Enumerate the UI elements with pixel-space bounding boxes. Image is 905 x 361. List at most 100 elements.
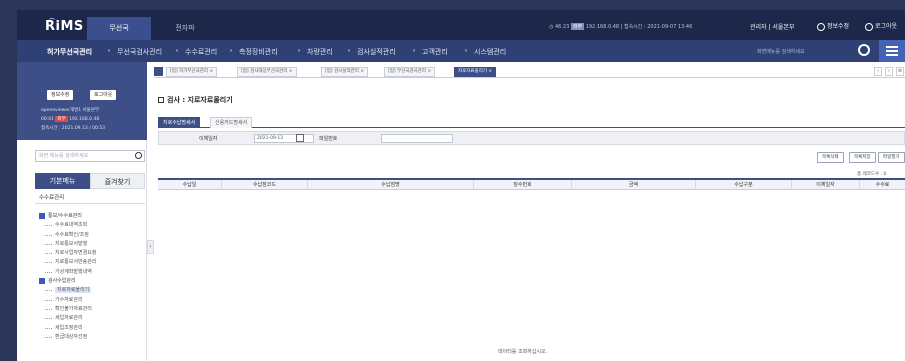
page-tab[interactable]: [업] 무선국검사관리 × — [384, 67, 436, 77]
menu-item-fees[interactable]: 수수료관리 — [185, 47, 217, 57]
tree-item[interactable]: 지로통보서발행 — [39, 240, 145, 249]
sidebar-collapse-button[interactable]: ‹ — [147, 240, 154, 254]
menu-separator: • — [229, 47, 234, 55]
next-tab-button[interactable]: › — [885, 67, 893, 76]
transfer-date-label: 이체일자 — [199, 136, 218, 142]
tree-item[interactable]: 지로통보서반송관리 — [39, 258, 145, 267]
search-icon[interactable] — [858, 44, 870, 56]
profile-connection: 00:01 외부 192.168.0.48 — [41, 116, 99, 122]
sidebar-group-title: 수수료관리 — [35, 192, 145, 204]
menu-item-performance[interactable]: 검사실적관리 — [357, 47, 396, 57]
page-tab[interactable]: [업] 검사실적관리 × — [321, 67, 369, 77]
menu-item-licensed-stations[interactable]: 허가무선국관리 — [47, 47, 92, 57]
profile-access-time: 접속시간 : 2021.09.13 / 00:53 — [41, 126, 106, 131]
menu-item-system[interactable]: 시스템관리 — [474, 47, 506, 57]
tree-item[interactable]: 수수료내역조회 — [39, 221, 145, 230]
app-logo[interactable]: ︵ RiMS — [45, 14, 84, 34]
menu-separator: • — [175, 47, 180, 55]
menu-item-inspection[interactable]: 무선국검사관리 — [117, 47, 162, 57]
tree-item-label: 수수료내역조회 — [55, 222, 88, 229]
top-tab-radio-station[interactable]: 무선국 — [87, 17, 151, 40]
tree-item-label: 세입조정관리 — [55, 324, 83, 331]
menu-separator: • — [464, 47, 469, 55]
folder-collapse-icon[interactable] — [39, 212, 45, 219]
menu-item-vehicles[interactable]: 차량관리 — [307, 47, 333, 57]
profile-time: 00:01 — [41, 117, 54, 122]
logout-label: 로그아웃 — [875, 23, 898, 30]
logout-button[interactable]: 로그아웃 — [865, 21, 897, 31]
tab-basic-menu[interactable]: 기본메뉴 — [35, 173, 90, 189]
menu-separator: • — [347, 47, 352, 55]
page-tabs: [업] 허가무선국관리 × [업] 검사대상무선국관리 × [업] 검사실적관리… — [154, 67, 905, 78]
file-number-input[interactable] — [381, 134, 453, 143]
top-tab-emf[interactable]: 전자파 — [153, 17, 217, 40]
menu-search-input[interactable]: 화면메뉴를 검색하세요 — [757, 48, 805, 55]
page-tab-active[interactable]: 지로자료올리기 × — [454, 67, 497, 77]
tab-giro-statement[interactable]: 지로수납명세서 — [158, 117, 201, 128]
tree-item[interactable]: 환급대상자선정 — [39, 333, 145, 342]
hamburger-menu-icon[interactable] — [879, 40, 905, 62]
column-header[interactable]: 징수번호 — [474, 180, 572, 190]
tree-item-label: 지로통보서반송관리 — [55, 259, 97, 266]
file-number-label: 파일번호 — [319, 136, 338, 142]
column-header[interactable]: 수납구분 — [696, 180, 792, 190]
tree-item-label: 검사수입관리 — [48, 278, 76, 285]
menu-tree: 통보/수수료관리 수수료내역조회 수수료확인/조정 지로통보서발행 지로사업자변경요청 지… — [39, 212, 145, 342]
tree-item[interactable]: 가상계좌발행내역 — [39, 268, 145, 277]
column-header[interactable]: 수납점명 — [308, 180, 474, 190]
user-org: 서울본부 — [772, 24, 795, 31]
profile-edit-button[interactable]: 정보수정 — [47, 90, 74, 100]
page-tab-label: [업] 무선국검사관리 — [388, 69, 427, 74]
page-tab-label: [업] 검사실적관리 — [325, 69, 359, 74]
wifi-icon: ︵ — [49, 14, 56, 21]
menu-separator: • — [412, 47, 417, 55]
tree-item[interactable]: 가수자료관리 — [39, 296, 145, 305]
page-tab[interactable]: [업] 검사대상무선국관리 × — [237, 67, 297, 77]
tab-card-statement[interactable]: 신용카드명세서 — [210, 117, 253, 128]
tree-folder[interactable]: 검사수입관리 — [39, 277, 145, 286]
app-window: ︵ RiMS 무선국 전자파 ◷ 46.23 외부 192.168.0.48 | … — [17, 10, 905, 361]
tree-item[interactable]: 수수료확인/조정 — [39, 231, 145, 240]
search-icon[interactable] — [135, 152, 142, 159]
connection-info: ◷ 46.23 외부 192.168.0.48 | 접속시간 : 2021-09… — [549, 23, 693, 30]
tree-folder[interactable]: 통보/수수료관리 — [39, 212, 145, 221]
tree-item-label: 가수자료관리 — [55, 296, 83, 303]
sidebar-search-input[interactable]: 화면 메뉴를 검색하세요 — [35, 150, 145, 162]
power-icon — [865, 22, 873, 31]
calendar-icon[interactable] — [296, 134, 304, 142]
column-header[interactable]: 수납일 — [158, 180, 222, 190]
column-header[interactable]: 이체일자 — [792, 180, 860, 190]
save-list-button[interactable]: 목록저장 — [849, 152, 876, 163]
menu-separator: • — [107, 47, 112, 55]
tree-item[interactable]: 지로자료올리기 — [39, 286, 145, 295]
delete-list-button[interactable]: 목록삭제 — [817, 152, 844, 163]
tab-list-button[interactable]: ≡ — [896, 67, 904, 76]
column-header[interactable]: 금액 — [572, 180, 696, 190]
profile-logout-button[interactable]: 로그아웃 — [90, 90, 117, 100]
column-header[interactable]: 수납점코드 — [222, 180, 308, 190]
menu-item-equipment[interactable]: 측정장비관리 — [239, 47, 278, 57]
folder-collapse-icon[interactable] — [39, 277, 45, 284]
logo-text: RiMS — [45, 19, 84, 34]
page-tab-label: 지로자료올리기 — [458, 69, 487, 74]
sidebar-search-placeholder: 화면 메뉴를 검색하세요 — [39, 153, 89, 159]
page-title-text: 검사 : 지로자료올리기 — [167, 96, 233, 104]
tree-item-label: 확인불가자료관리 — [55, 305, 92, 312]
tree-item-label: 지로자료올리기 — [55, 287, 92, 294]
transfer-date-input[interactable]: 2021-09-13 — [254, 134, 314, 143]
tree-item[interactable]: 확인불가자료관리 — [39, 305, 145, 314]
page-tab[interactable]: [업] 허가무선국관리 × — [166, 67, 218, 77]
column-header[interactable]: 수수료 — [860, 180, 905, 190]
edit-info-button[interactable]: 정보수정 — [817, 21, 849, 31]
prev-tab-button[interactable]: ‹ — [874, 67, 882, 76]
menu-item-customers[interactable]: 고객관리 — [422, 47, 448, 57]
tab-favorites[interactable]: 즐겨찾기 — [90, 173, 145, 189]
clock-icon: ◷ — [549, 24, 554, 30]
tree-item[interactable]: 세입조정관리 — [39, 324, 145, 333]
edit-info-label: 정보수정 — [827, 23, 850, 30]
tree-item[interactable]: 지로사업자변경요청 — [39, 249, 145, 258]
home-icon[interactable] — [154, 67, 163, 76]
tree-item[interactable]: 세입자료관리 — [39, 314, 145, 323]
open-file-button[interactable]: 파일열기 — [878, 152, 905, 163]
tree-item-label: 환급대상자선정 — [55, 333, 88, 340]
